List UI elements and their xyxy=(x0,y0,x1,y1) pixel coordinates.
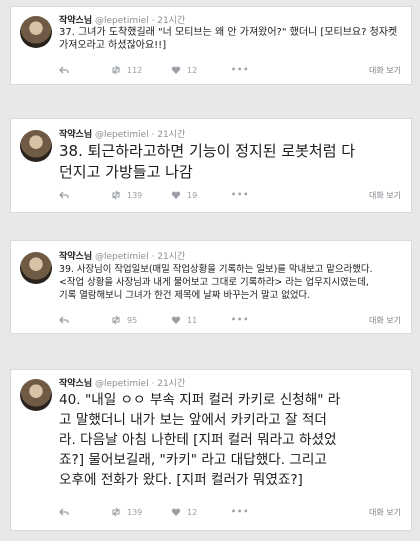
reply-icon xyxy=(59,316,69,324)
like-button[interactable]: 12 xyxy=(171,65,197,75)
more-icon[interactable]: ••• xyxy=(231,190,249,199)
display-name[interactable]: 작약스님 xyxy=(59,130,92,140)
retweet-count: 139 xyxy=(127,507,143,517)
tweet-actions: 95 11 ••• 대화 보기 xyxy=(59,315,401,329)
reply-icon xyxy=(59,66,69,74)
tweet-actions: 112 12 ••• 대화 보기 xyxy=(59,65,401,79)
tweet-text: 37. 그녀가 도착했길래 "너 모티브는 왜 안 가져왔어?" 했더니 [모티… xyxy=(59,27,398,51)
timestamp[interactable]: 21시간 xyxy=(157,16,185,26)
retweet-icon xyxy=(112,507,120,517)
like-count: 12 xyxy=(187,507,198,517)
like-button[interactable]: 19 xyxy=(171,190,197,200)
tweet-text: 40. "내일 ㅇㅇ 부속 지퍼 컬러 카키로 신청해" 라 고 말했더니 내가… xyxy=(59,392,341,488)
view-conversation-link[interactable]: 대화 보기 xyxy=(369,65,401,76)
reply-button[interactable] xyxy=(59,315,69,325)
avatar[interactable] xyxy=(20,16,52,48)
retweet-count: 95 xyxy=(127,315,138,325)
avatar[interactable] xyxy=(20,252,52,284)
timestamp[interactable]: 21시간 xyxy=(157,379,185,389)
tweet-card: 작약스님 @lepetimiel · 21시간 40. "내일 ㅇㅇ 부속 지퍼… xyxy=(10,369,412,531)
reply-icon xyxy=(59,191,69,199)
like-button[interactable]: 12 xyxy=(171,507,197,517)
display-name[interactable]: 작약스님 xyxy=(59,252,92,262)
reply-button[interactable] xyxy=(59,65,69,75)
view-conversation-link[interactable]: 대화 보기 xyxy=(369,190,401,201)
handle[interactable]: @lepetimiel xyxy=(95,16,149,26)
timestamp[interactable]: 21시간 xyxy=(157,252,185,262)
heart-icon xyxy=(171,316,181,324)
retweet-button[interactable]: 112 xyxy=(111,65,142,75)
retweet-icon xyxy=(112,190,120,200)
timestamp[interactable]: 21시간 xyxy=(157,130,185,140)
view-conversation-link[interactable]: 대화 보기 xyxy=(369,507,401,518)
tweet-text: 38. 퇴근하라고하면 기능이 정지된 로봇처럼 다 던지고 가방들고 나감 xyxy=(59,142,356,181)
more-icon[interactable]: ••• xyxy=(231,65,249,74)
like-count: 11 xyxy=(187,315,198,325)
tweet-actions: 139 19 ••• 대화 보기 xyxy=(59,190,401,204)
heart-icon xyxy=(171,191,181,199)
handle[interactable]: @lepetimiel xyxy=(95,379,149,389)
like-count: 19 xyxy=(187,190,198,200)
retweet-count: 139 xyxy=(127,190,143,200)
view-conversation-link[interactable]: 대화 보기 xyxy=(369,315,401,326)
retweet-icon xyxy=(112,315,120,325)
retweet-button[interactable]: 139 xyxy=(111,190,142,200)
handle[interactable]: @lepetimiel xyxy=(95,130,149,140)
more-icon[interactable]: ••• xyxy=(231,507,249,516)
tweet-card: 작약스님 @lepetimiel · 21시간 37. 그녀가 도착했길래 "너… xyxy=(10,6,412,85)
heart-icon xyxy=(171,66,181,74)
reply-icon xyxy=(59,508,69,516)
like-count: 12 xyxy=(187,65,198,75)
retweet-icon xyxy=(112,65,120,75)
reply-button[interactable] xyxy=(59,190,69,200)
heart-icon xyxy=(171,508,181,516)
tweet-text: 39. 사장님이 작업일보(매일 작업상황을 기록하는 일보)를 막내보고 맡으… xyxy=(59,264,373,301)
more-icon[interactable]: ••• xyxy=(231,315,249,324)
avatar[interactable] xyxy=(20,379,52,411)
tweet-card: 작약스님 @lepetimiel · 21시간 38. 퇴근하라고하면 기능이 … xyxy=(10,118,412,213)
display-name[interactable]: 작약스님 xyxy=(59,16,92,26)
handle[interactable]: @lepetimiel xyxy=(95,252,149,262)
display-name[interactable]: 작약스님 xyxy=(59,379,92,389)
retweet-button[interactable]: 95 xyxy=(111,315,137,325)
tweet-actions: 139 12 ••• 대화 보기 xyxy=(59,507,401,521)
like-button[interactable]: 11 xyxy=(171,315,197,325)
avatar[interactable] xyxy=(20,130,52,162)
tweet-card: 작약스님 @lepetimiel · 21시간 39. 사장님이 작업일보(매일… xyxy=(10,240,412,334)
reply-button[interactable] xyxy=(59,507,69,517)
retweet-count: 112 xyxy=(127,65,143,75)
retweet-button[interactable]: 139 xyxy=(111,507,142,517)
